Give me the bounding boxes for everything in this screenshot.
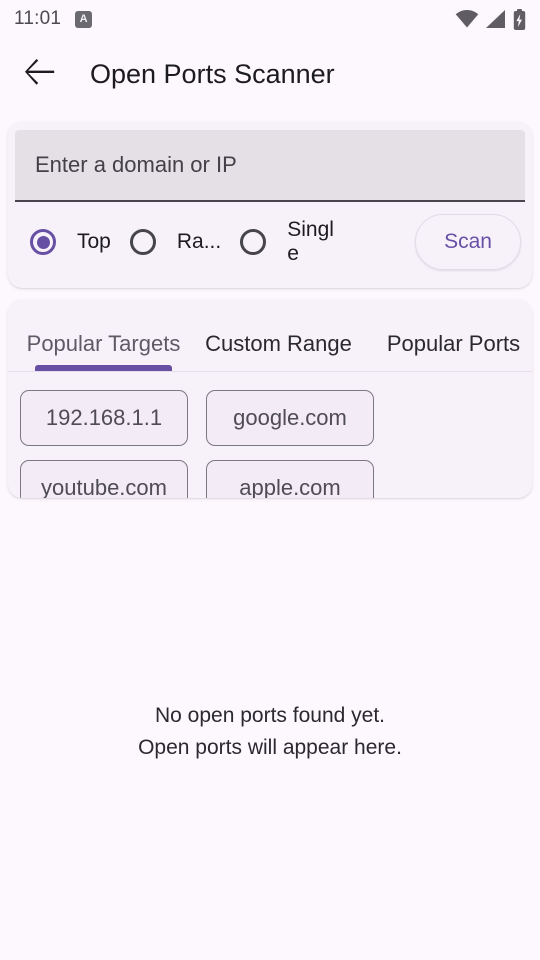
- scan-mode-radio-group: Top Ra... Single Scan: [15, 202, 525, 278]
- empty-state-line-1: No open ports found yet.: [155, 704, 385, 727]
- tab-popular-targets[interactable]: Popular Targets: [16, 331, 191, 371]
- target-chip[interactable]: youtube.com: [20, 460, 188, 498]
- battery-charging-icon: [513, 8, 526, 30]
- scan-form-card: Enter a domain or IP Top Ra... Single Sc…: [8, 122, 532, 288]
- tab-popular-ports[interactable]: Popular Ports: [366, 331, 532, 371]
- cellular-signal-icon: [486, 10, 506, 28]
- status-bar-clock: 11:01: [14, 8, 62, 29]
- scan-mode-label-single: Single: [287, 218, 334, 265]
- back-arrow-icon: [25, 58, 55, 90]
- radio-selected-icon[interactable]: [25, 224, 61, 260]
- tab-custom-range[interactable]: Custom Range: [191, 331, 366, 371]
- radio-unselected-icon[interactable]: [125, 224, 161, 260]
- status-bar-system-icons: [455, 8, 526, 30]
- app-bar: Open Ports Scanner: [0, 38, 540, 110]
- empty-state-message: No open ports found yet. Open ports will…: [0, 700, 540, 764]
- scan-mode-option-single[interactable]: Single: [229, 218, 347, 265]
- back-button[interactable]: [16, 50, 64, 98]
- status-bar: 11:01 A: [0, 0, 540, 38]
- radio-unselected-icon[interactable]: [235, 224, 271, 260]
- tab-bar: Popular Targets Custom Range Popular Por…: [8, 300, 532, 372]
- scan-mode-label-range: Ra...: [176, 230, 222, 254]
- target-chip-list: 192.168.1.1 google.com youtube.com apple…: [8, 372, 532, 498]
- target-chip[interactable]: apple.com: [206, 460, 374, 498]
- empty-state-line-2: Open ports will appear here.: [138, 735, 402, 759]
- scan-button[interactable]: Scan: [415, 214, 521, 270]
- target-chip[interactable]: 192.168.1.1: [20, 390, 188, 446]
- status-bar-notifications: A: [75, 10, 93, 28]
- scan-mode-label-top: Top: [77, 230, 111, 254]
- target-input-placeholder: Enter a domain or IP: [35, 152, 237, 177]
- scan-mode-option-range[interactable]: Ra...: [119, 224, 229, 260]
- targets-card: Popular Targets Custom Range Popular Por…: [8, 300, 532, 498]
- wifi-icon: [455, 10, 479, 28]
- target-chip[interactable]: google.com: [206, 390, 374, 446]
- scan-mode-option-top[interactable]: Top: [19, 224, 119, 260]
- page-title: Open Ports Scanner: [90, 58, 335, 89]
- notification-badge-icon: A: [75, 10, 93, 28]
- target-input-field[interactable]: Enter a domain or IP: [15, 130, 525, 202]
